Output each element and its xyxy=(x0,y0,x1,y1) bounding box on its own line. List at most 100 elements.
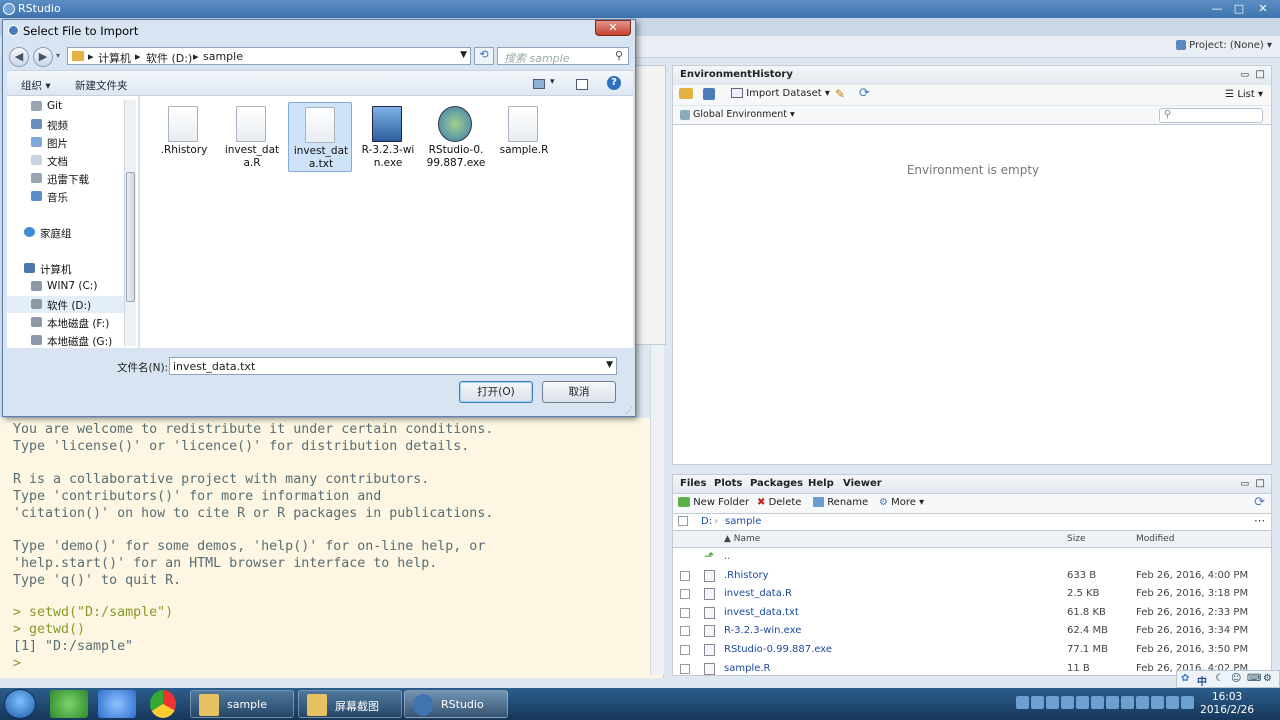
tree-item-videos[interactable]: 视频 xyxy=(7,116,125,133)
file-item[interactable]: RStudio-0. 99.887.exe xyxy=(424,102,488,172)
maximize-pane-icon[interactable]: □ xyxy=(1256,478,1265,489)
view-dropdown-icon[interactable]: ▾ xyxy=(550,77,555,87)
minimize-pane-icon[interactable]: ▭ xyxy=(1240,70,1249,80)
refresh-icon[interactable]: ⟳ xyxy=(859,86,870,101)
broom-icon[interactable]: ✎ xyxy=(835,87,845,101)
volume-icon[interactable] xyxy=(1106,696,1119,709)
open-button[interactable]: 打开(O) xyxy=(459,381,533,403)
help-icon[interactable] xyxy=(1031,696,1044,709)
tray-icon[interactable] xyxy=(1151,696,1164,709)
file-item[interactable]: sample.R xyxy=(492,102,556,172)
file-item[interactable]: .Rhistory xyxy=(152,102,216,172)
organize-menu[interactable]: 组织 ▾ xyxy=(21,78,51,93)
search-input[interactable]: 搜索 sample xyxy=(497,47,629,65)
file-name[interactable]: sample.R xyxy=(724,663,770,674)
refresh-icon[interactable]: ⟳ xyxy=(1254,495,1265,510)
tree-item-drive-g[interactable]: 本地磁盘 (G:) xyxy=(7,332,125,348)
tray-icon[interactable] xyxy=(1061,696,1074,709)
tab-plots[interactable]: Plots xyxy=(714,478,742,489)
file-name[interactable]: invest_data.R xyxy=(724,588,792,599)
tray-icon[interactable] xyxy=(1121,696,1134,709)
breadcrumb-drive[interactable]: D: xyxy=(701,516,712,527)
preview-pane-icon[interactable] xyxy=(576,79,588,90)
tray-icon[interactable] xyxy=(1016,696,1029,709)
more-button[interactable]: ⚙ More ▾ xyxy=(879,497,924,508)
row-checkbox[interactable] xyxy=(680,607,690,618)
address-dropdown-icon[interactable]: ▼ xyxy=(460,50,467,60)
tree-item-drive-c[interactable]: WIN7 (C:) xyxy=(7,278,125,295)
minimize-icon[interactable]: — xyxy=(1206,1,1228,16)
tab-viewer[interactable]: Viewer xyxy=(843,478,882,489)
import-dataset-button[interactable]: Import Dataset ▾ xyxy=(731,88,830,99)
environment-search-input[interactable]: ⚲ xyxy=(1159,108,1263,123)
tree-item-drive-d[interactable]: 软件 (D:) xyxy=(7,296,125,313)
help-icon[interactable]: ? xyxy=(607,76,621,90)
column-size[interactable]: Size xyxy=(1067,534,1085,544)
address-segment-folder[interactable]: sample xyxy=(203,50,243,63)
file-name[interactable]: .Rhistory xyxy=(724,570,769,581)
360-browser-icon[interactable] xyxy=(50,690,88,718)
refresh-icon[interactable]: ⟲ xyxy=(474,47,494,65)
tab-history[interactable]: History xyxy=(752,69,793,80)
new-folder-button[interactable]: 新建文件夹 xyxy=(75,78,128,93)
taskbar-item-sample[interactable]: sample xyxy=(190,690,294,718)
tree-item-documents[interactable]: 文档 xyxy=(7,152,125,169)
save-icon[interactable] xyxy=(703,88,715,100)
filename-input[interactable]: invest_data.txt ▼ xyxy=(169,357,617,375)
file-item-selected[interactable]: invest_dat a.txt xyxy=(288,102,352,172)
console-prompt[interactable]: > xyxy=(13,656,21,671)
tray-icon[interactable] xyxy=(1046,696,1059,709)
file-name[interactable]: invest_data.txt xyxy=(724,607,799,618)
close-icon[interactable]: ✕ xyxy=(1252,1,1274,16)
forward-icon[interactable]: ▶ xyxy=(33,47,53,67)
rename-button[interactable]: Rename xyxy=(813,497,868,508)
tray-icon[interactable] xyxy=(1091,696,1104,709)
breadcrumb-folder[interactable]: sample xyxy=(725,516,761,527)
file-name[interactable]: R-3.2.3-win.exe xyxy=(724,625,801,636)
tree-item-drive-f[interactable]: 本地磁盘 (F:) xyxy=(7,314,125,331)
tray-icon[interactable] xyxy=(1136,696,1149,709)
address-segment-drive[interactable]: 软件 (D:) xyxy=(146,50,192,66)
r-console[interactable]: You are welcome to redistribute it under… xyxy=(0,418,664,678)
tray-icon[interactable] xyxy=(1166,696,1179,709)
tab-environment[interactable]: Environment xyxy=(680,69,752,80)
row-checkbox[interactable] xyxy=(680,589,690,600)
maximize-icon[interactable]: □ xyxy=(1228,1,1250,16)
tree-item-music[interactable]: 音乐 xyxy=(7,188,125,205)
taskbar-item-screenshots[interactable]: 屏幕截图 xyxy=(298,690,402,718)
clock[interactable]: 16:03 2016/2/26 xyxy=(1200,691,1254,717)
tree-item-downloads[interactable]: 迅雷下载 xyxy=(7,170,125,187)
maximize-pane-icon[interactable]: □ xyxy=(1256,69,1265,80)
tree-scrollbar-thumb[interactable] xyxy=(126,172,135,302)
console-scrollbar[interactable] xyxy=(650,345,664,675)
tab-help[interactable]: Help xyxy=(808,478,834,489)
tab-packages[interactable]: Packages xyxy=(750,478,803,489)
new-folder-button[interactable]: New Folder xyxy=(678,497,749,508)
tree-item-homegroup[interactable]: 家庭组 xyxy=(7,224,125,241)
filename-dropdown-icon[interactable]: ▼ xyxy=(606,360,613,370)
project-menu[interactable]: Project: (None) ▾ xyxy=(1175,40,1272,51)
address-segment-computer[interactable]: 计算机 xyxy=(98,50,131,66)
tray-icon[interactable] xyxy=(1076,696,1089,709)
history-dropdown-icon[interactable]: ▾ xyxy=(56,51,60,60)
global-environment-menu[interactable]: Global Environment ▾ xyxy=(680,109,795,120)
list-view-menu[interactable]: ☰ List ▾ xyxy=(1225,89,1263,100)
network-icon[interactable] xyxy=(1181,696,1194,709)
cancel-button[interactable]: 取消 xyxy=(542,381,616,403)
row-checkbox[interactable] xyxy=(680,645,690,655)
minimize-pane-icon[interactable]: ▭ xyxy=(1240,479,1249,489)
parent-dir-label[interactable]: .. xyxy=(724,551,730,562)
close-icon[interactable]: ✕ xyxy=(595,20,631,36)
tree-item-git[interactable]: Git xyxy=(7,98,125,115)
address-bar[interactable]: ▸ 计算机 ▸ 软件 (D:) ▸ sample ▼ xyxy=(67,47,471,65)
file-item[interactable]: R-3.2.3-wi n.exe xyxy=(356,102,420,172)
chrome-icon[interactable] xyxy=(150,690,176,718)
view-options-icon[interactable] xyxy=(533,79,545,89)
column-modified[interactable]: Modified xyxy=(1136,534,1174,544)
resize-grip-icon[interactable]: ⋰ xyxy=(625,406,633,415)
feather-app-icon[interactable] xyxy=(98,690,136,718)
row-checkbox[interactable] xyxy=(680,663,690,674)
back-icon[interactable]: ◀ xyxy=(9,47,29,67)
select-all-checkbox[interactable] xyxy=(678,516,688,526)
open-folder-icon[interactable] xyxy=(679,88,693,99)
